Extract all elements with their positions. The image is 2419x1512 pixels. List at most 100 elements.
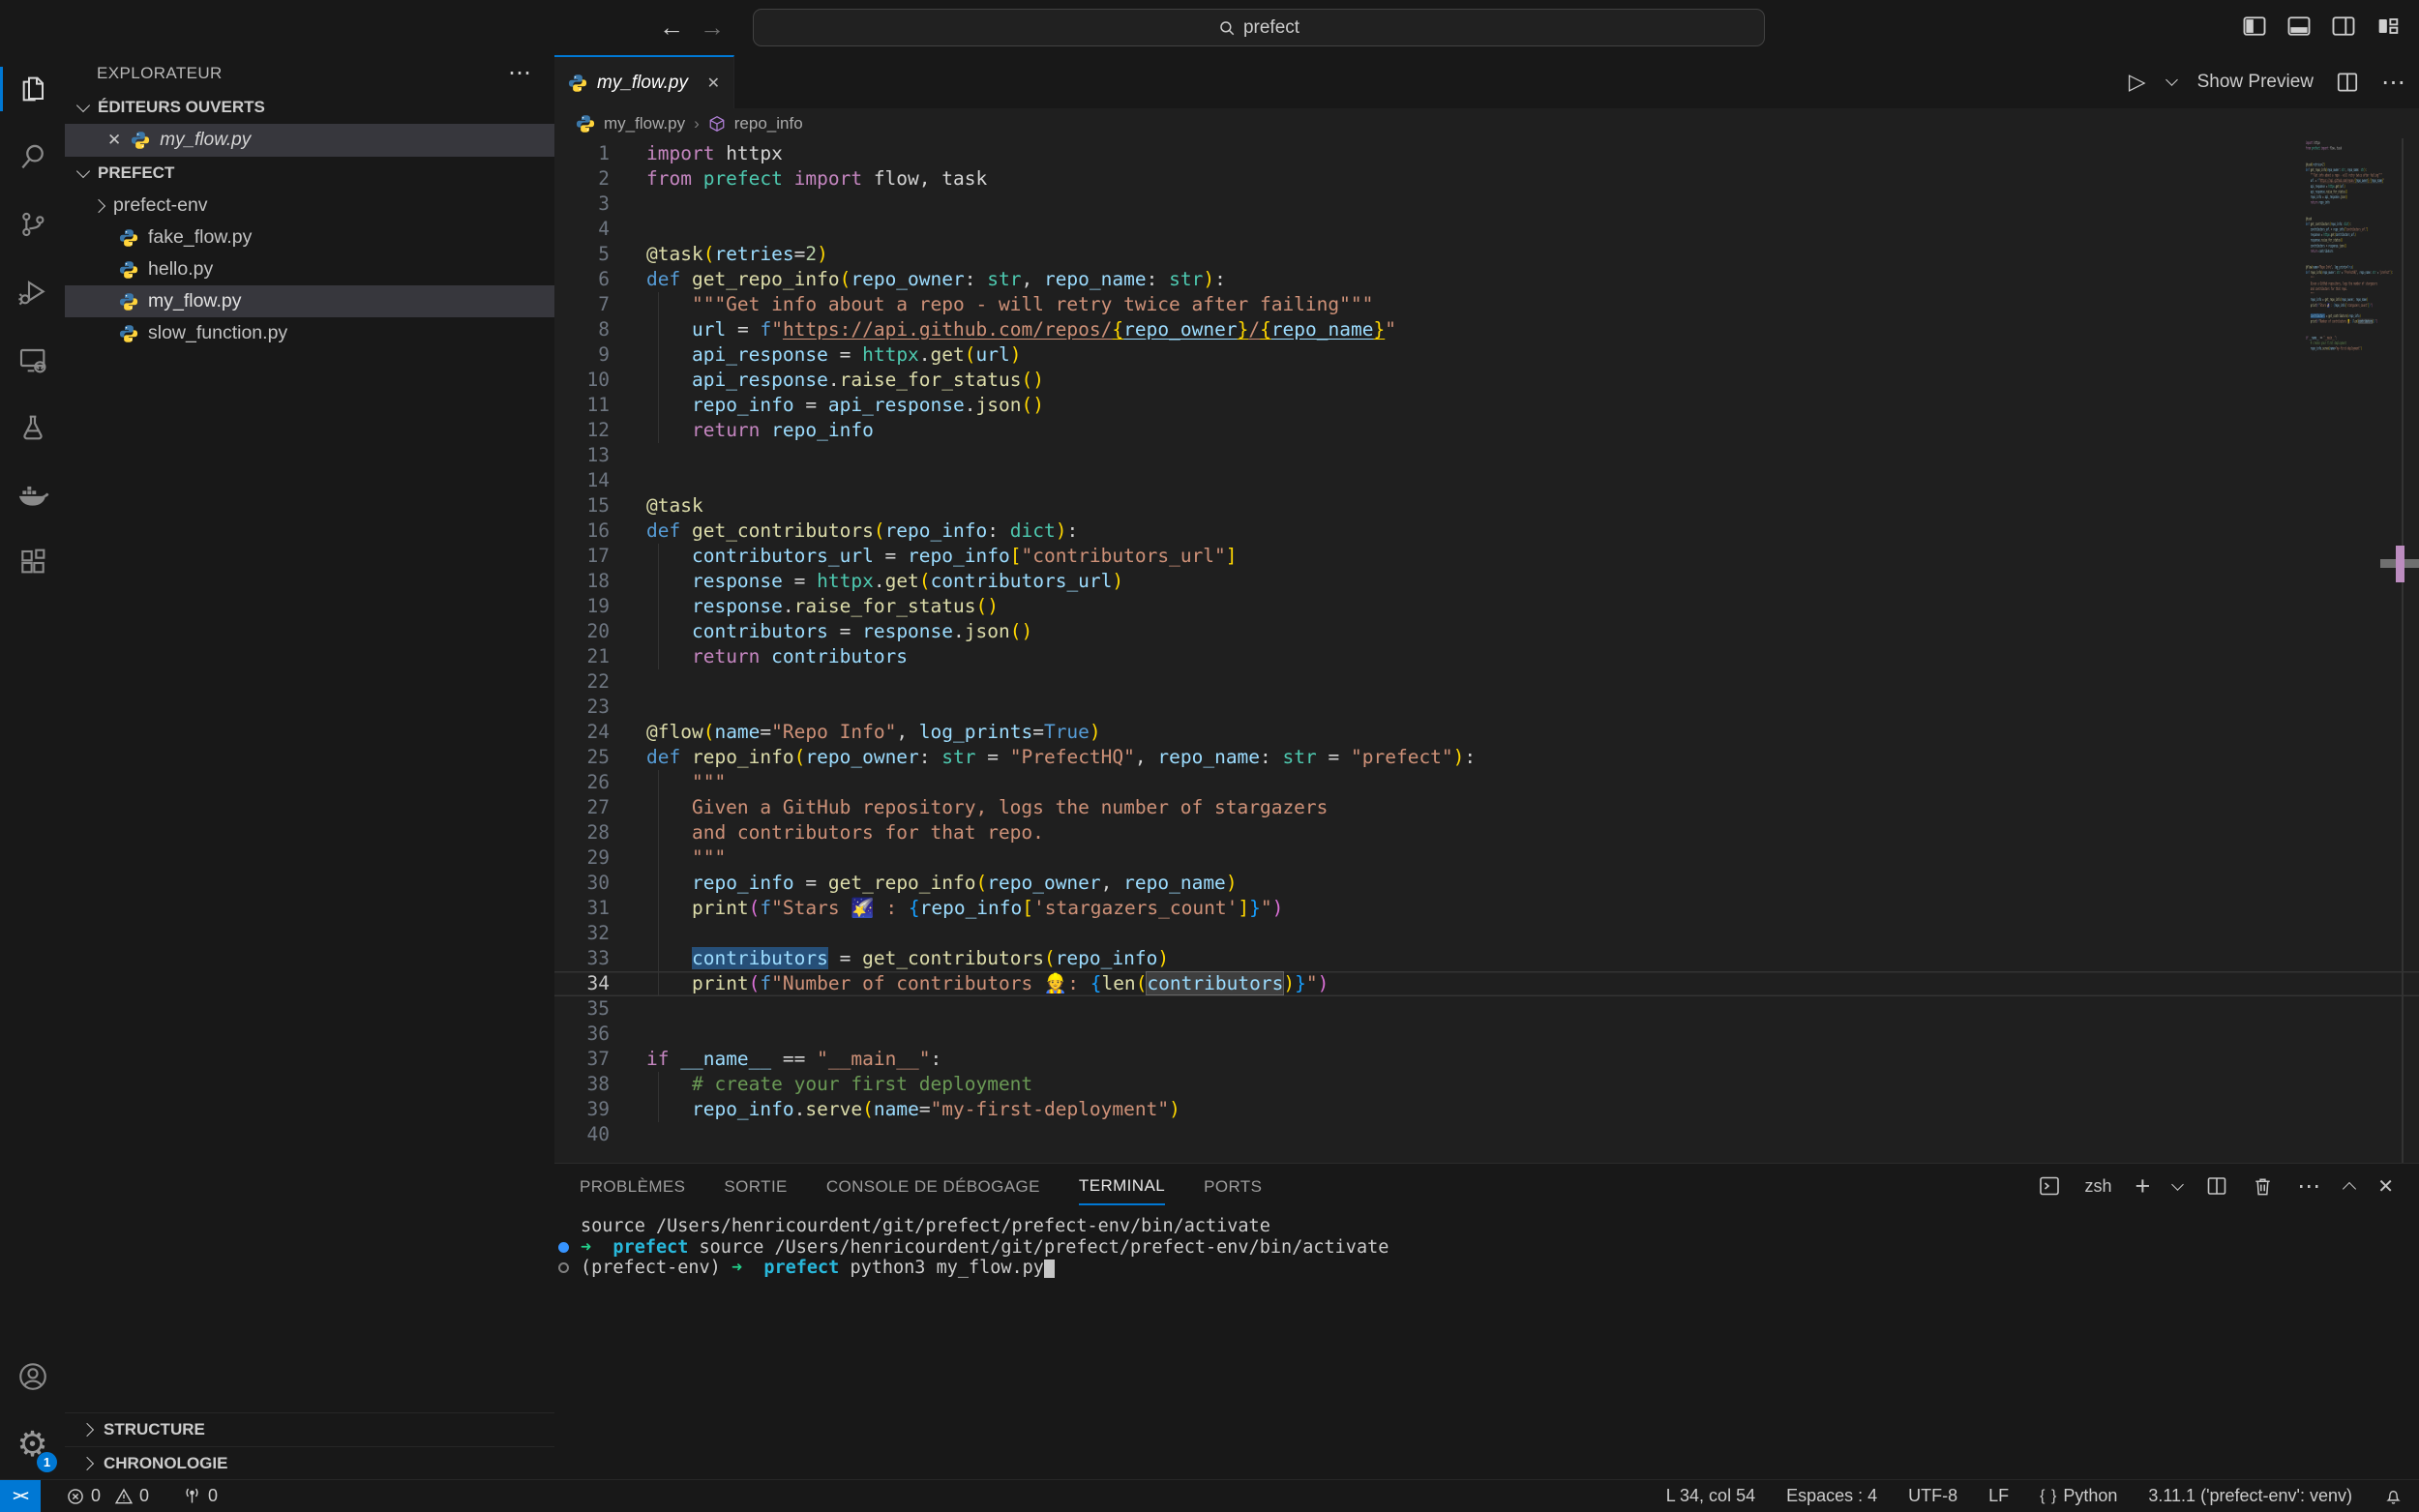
breadcrumb-symbol[interactable]: repo_info [734, 114, 803, 133]
open-editor-my-flow[interactable]: ✕ my_flow.py [65, 124, 554, 157]
code-line: 32 [554, 921, 2419, 946]
encoding-status[interactable]: UTF-8 [1908, 1486, 1957, 1506]
tab-output[interactable]: SORTIE [724, 1168, 787, 1204]
trash-icon[interactable] [2252, 1175, 2274, 1198]
code-editor[interactable]: 1import httpx2from prefect import flow, … [554, 138, 2419, 1164]
error-count: 0 [91, 1486, 101, 1506]
code-line: 26 """ [554, 770, 2419, 795]
line-number: 10 [554, 368, 610, 393]
line-number: 13 [554, 443, 610, 468]
sidebar-item-docker[interactable] [0, 461, 65, 529]
sidebar-item-source-control[interactable] [0, 191, 65, 258]
tree-item-slow-function[interactable]: slow_function.py [65, 317, 554, 349]
code-line: 18 response = httpx.get(contributors_url… [554, 569, 2419, 594]
line-number: 33 [554, 946, 610, 971]
code-line: 28 and contributors for that repo. [554, 820, 2419, 845]
tab-debug-console[interactable]: CONSOLE DE DÉBOGAGE [826, 1168, 1040, 1204]
panel-more-actions-icon[interactable]: ⋯ [2297, 1172, 2321, 1201]
line-number: 14 [554, 468, 610, 493]
line-number: 26 [554, 770, 610, 795]
split-terminal-icon[interactable] [2205, 1174, 2228, 1198]
line-number: 31 [554, 896, 610, 921]
section-structure[interactable]: STRUCTURE [65, 1412, 554, 1446]
new-terminal-button[interactable]: + [2135, 1171, 2150, 1201]
tree-item-prefect-env[interactable]: prefect-env [65, 190, 554, 222]
indentation-status[interactable]: Espaces : 4 [1786, 1486, 1877, 1506]
code-line: 39 repo_info.serve(name="my-first-deploy… [554, 1097, 2419, 1122]
code-line: 35 [554, 996, 2419, 1022]
maximize-panel-icon[interactable] [2343, 1181, 2356, 1195]
minimap[interactable]: import httpxfrom prefect import flow, ta… [2306, 140, 2399, 382]
line-number: 9 [554, 342, 610, 368]
toggle-panel-icon[interactable] [2285, 13, 2313, 40]
section-project-prefect[interactable]: PREFECT [65, 157, 554, 190]
ports-status[interactable]: 0 [182, 1486, 218, 1506]
sidebar-item-search[interactable] [0, 123, 65, 191]
shell-label[interactable]: zsh [2084, 1176, 2111, 1197]
code-line: 17 contributors_url = repo_info["contrib… [554, 544, 2419, 569]
tree-item-label: slow_function.py [148, 322, 287, 344]
editor-area: my_flow.py ✕ ▷ Show Preview ⋯ my_flow.py… [554, 55, 2419, 1480]
line-number: 35 [554, 996, 610, 1022]
open-editor-label: my_flow.py [160, 130, 251, 151]
sidebar-item-remote-explorer[interactable] [0, 326, 65, 394]
remote-explorer-icon [17, 344, 48, 375]
terminal-dropdown-icon[interactable] [2171, 1178, 2184, 1191]
toggle-secondary-sidebar-icon[interactable] [2330, 13, 2357, 40]
docker-icon [16, 479, 49, 512]
run-button[interactable]: ▷ [2129, 69, 2146, 95]
chevron-down-icon [76, 99, 90, 112]
sidebar-item-explorer[interactable] [0, 55, 65, 123]
nav-back-button[interactable]: ← [654, 12, 689, 43]
problems-status[interactable]: 0 0 [66, 1486, 149, 1506]
close-icon[interactable]: ✕ [707, 74, 720, 93]
explorer-more-actions-icon[interactable]: ⋯ [508, 59, 533, 87]
line-number: 23 [554, 695, 610, 720]
tab-problems[interactable]: PROBLÈMES [580, 1168, 685, 1204]
split-editor-icon[interactable] [2335, 70, 2360, 95]
customize-layout-icon[interactable] [2374, 13, 2402, 40]
cursor-position[interactable]: L 34, col 54 [1666, 1486, 1755, 1506]
nav-forward-button[interactable]: → [695, 12, 730, 43]
error-icon [66, 1487, 85, 1506]
section-label: PREFECT [98, 163, 174, 183]
line-number: 15 [554, 493, 610, 519]
remote-indicator[interactable]: >< [0, 1480, 41, 1512]
editor-more-actions-icon[interactable]: ⋯ [2381, 68, 2405, 97]
tree-item-my-flow[interactable]: my_flow.py [65, 285, 554, 317]
section-timeline[interactable]: CHRONOLOGIE [65, 1446, 554, 1480]
close-icon[interactable]: ✕ [107, 131, 121, 150]
sidebar-item-run-debug[interactable] [0, 258, 65, 326]
chevron-down-icon [76, 164, 90, 178]
line-number: 6 [554, 267, 610, 292]
run-dropdown-icon[interactable] [2165, 74, 2178, 86]
line-number: 27 [554, 795, 610, 820]
command-center-search[interactable]: prefect [753, 9, 1765, 46]
code-line: 3 [554, 192, 2419, 217]
terminal-output[interactable]: source /Users/henricourdent/git/prefect/… [554, 1208, 2419, 1279]
settings-button[interactable]: ⚙ 1 [0, 1410, 65, 1480]
code-line: 30 repo_info = get_repo_info(repo_owner,… [554, 871, 2419, 896]
language-mode[interactable]: { } Python [2040, 1486, 2117, 1506]
line-number: 39 [554, 1097, 610, 1122]
sidebar-item-testing[interactable] [0, 394, 65, 461]
sidebar-item-extensions[interactable] [0, 529, 65, 597]
tab-my-flow[interactable]: my_flow.py ✕ [554, 55, 734, 108]
breadcrumb-file[interactable]: my_flow.py [604, 114, 685, 133]
eol-status[interactable]: LF [1988, 1486, 2009, 1506]
explorer-sidebar: EXPLORATEUR ⋯ ÉDITEURS OUVERTS ✕ my_flow… [65, 55, 555, 1480]
bell-icon[interactable] [2383, 1486, 2404, 1506]
code-line: 21 return contributors [554, 644, 2419, 669]
toggle-sidebar-icon[interactable] [2241, 13, 2268, 40]
account-button[interactable] [0, 1343, 65, 1410]
tab-ports[interactable]: PORTS [1204, 1168, 1262, 1204]
terminal-line: ➜ prefect source /Users/henricourdent/gi… [554, 1237, 2419, 1259]
tab-terminal[interactable]: TERMINAL [1079, 1167, 1165, 1205]
python-interpreter[interactable]: 3.11.1 ('prefect-env': venv) [2148, 1486, 2352, 1506]
section-label: STRUCTURE [104, 1420, 205, 1439]
tree-item-hello[interactable]: hello.py [65, 253, 554, 285]
tree-item-fake-flow[interactable]: fake_flow.py [65, 222, 554, 253]
close-panel-icon[interactable]: ✕ [2377, 1174, 2394, 1199]
show-preview-button[interactable]: Show Preview [2197, 72, 2314, 93]
section-open-editors[interactable]: ÉDITEURS OUVERTS [65, 91, 554, 124]
